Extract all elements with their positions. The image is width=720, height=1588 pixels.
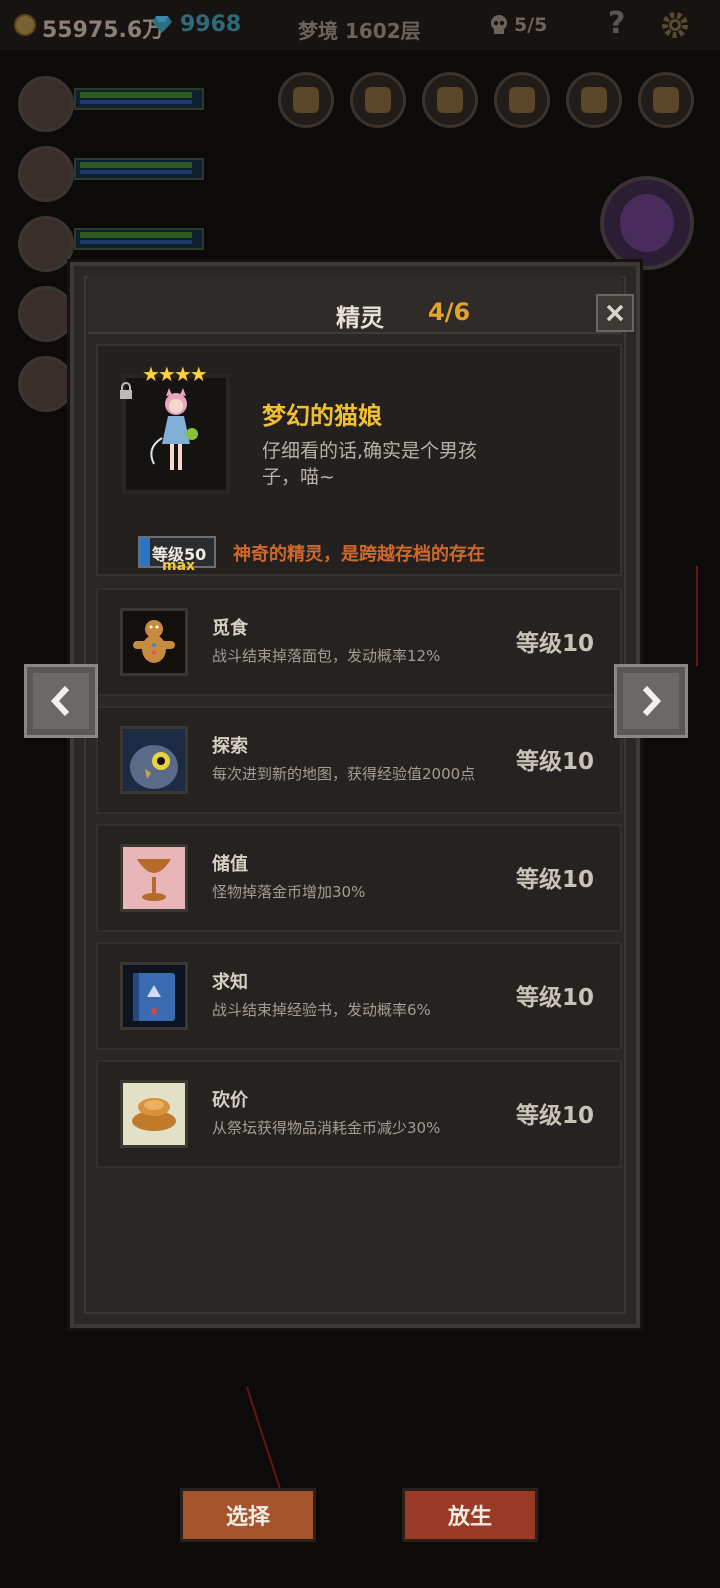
item-slot	[566, 72, 622, 128]
party-member-avatar	[18, 76, 74, 132]
chevron-right-icon	[642, 685, 662, 717]
lives-counter: 5/5	[514, 14, 548, 36]
skill-description: 战斗结束掉落面包，发动概率12%	[212, 647, 441, 665]
item-slot	[638, 72, 694, 128]
gold-coin-icon	[14, 14, 36, 36]
party-member-hp-bar	[74, 228, 204, 250]
skill-level: 等级10	[515, 867, 594, 893]
spirit-dialog: 精灵 4/6 ★★★★ 等级50 max 梦幻的猫娘 仔细看的话,确实是个男孩子…	[70, 262, 640, 1542]
skill-name: 求知	[212, 972, 248, 993]
skill-description: 怪物掉落金币增加30%	[212, 883, 366, 901]
owl-icon	[120, 726, 188, 794]
gem-amount: 9968	[180, 12, 242, 37]
skill-row-savings: 储值 怪物掉落金币增加30% 等级10	[96, 824, 622, 932]
chevron-left-icon	[50, 685, 70, 717]
goblet-icon	[120, 844, 188, 912]
skill-row-knowledge: 求知 战斗结束掉经验书，发动概率6% 等级10	[96, 942, 622, 1050]
item-slot	[350, 72, 406, 128]
dialog-title: 精灵	[336, 304, 384, 332]
release-button[interactable]: 放生	[402, 1488, 538, 1542]
skill-level: 等级10	[515, 985, 594, 1011]
settings-gear-icon[interactable]	[660, 10, 690, 40]
skill-description: 从祭坛获得物品消耗金币减少30%	[212, 1119, 441, 1137]
party-member-hp-bar	[74, 88, 204, 110]
skill-description: 战斗结束掉经验书，发动概率6%	[212, 1001, 431, 1019]
dialog-title-bar: 精灵 4/6	[88, 276, 634, 334]
skill-name: 觅食	[212, 618, 248, 639]
party-member-avatar	[18, 286, 74, 342]
help-button[interactable]: ?	[608, 6, 625, 41]
party-member-avatar	[18, 356, 74, 412]
skill-level: 等级10	[515, 749, 594, 775]
party-member-avatar	[18, 146, 74, 202]
diamond-icon	[152, 16, 172, 33]
close-icon	[606, 304, 624, 322]
previous-spirit-button[interactable]	[24, 664, 98, 738]
skill-level: 等级10	[515, 631, 594, 657]
coins-icon	[120, 1080, 188, 1148]
gold-amount: 55975.6万	[42, 18, 165, 43]
party-member-avatar	[18, 216, 74, 272]
skull-icon	[491, 15, 507, 34]
close-button[interactable]	[596, 294, 634, 332]
spirit-stars: ★★★★	[142, 362, 208, 386]
skill-row-forage: 觅食 战斗结束掉落面包，发动概率12% 等级10	[96, 588, 622, 696]
book-icon	[120, 962, 188, 1030]
skill-row-explore: 探索 每次进到新的地图，获得经验值2000点 等级10	[96, 706, 622, 814]
top-status-bar: 55975.6万 9968 梦境 1602层 5/5 ?	[0, 0, 720, 50]
gingerbread-icon	[120, 608, 188, 676]
dream-floor-label: 梦境 1602层	[298, 19, 421, 43]
party-member-hp-bar	[74, 158, 204, 180]
lock-icon[interactable]	[118, 382, 134, 400]
skill-description: 每次进到新的地图，获得经验值2000点	[212, 765, 476, 783]
next-spirit-button[interactable]	[614, 664, 688, 738]
background-crack	[696, 566, 698, 666]
skill-name: 储值	[212, 854, 248, 875]
spirit-count: 4/6	[428, 298, 471, 326]
spirit-info-panel: ★★★★ 等级50 max 梦幻的猫娘 仔细看的话,确实是个男孩子，喵~ 神奇的…	[96, 344, 622, 576]
item-slot	[278, 72, 334, 128]
skill-row-bargain: 砍价 从祭坛获得物品消耗金币减少30% 等级10	[96, 1060, 622, 1168]
boss-portrait	[600, 176, 694, 270]
skill-name: 砍价	[212, 1090, 248, 1111]
skill-name: 探索	[212, 736, 248, 757]
spirit-description: 仔细看的话,确实是个男孩子，喵~	[262, 440, 478, 488]
spirit-portrait[interactable]: ★★★★	[120, 362, 230, 494]
cat-girl-sprite	[150, 388, 198, 470]
item-slot	[494, 72, 550, 128]
spirit-name: 梦幻的猫娘	[262, 402, 382, 430]
item-slot	[422, 72, 478, 128]
select-button[interactable]: 选择	[180, 1488, 316, 1542]
skill-level: 等级10	[515, 1103, 594, 1129]
spirit-note: 神奇的精灵，是跨越存档的存在	[233, 544, 485, 565]
